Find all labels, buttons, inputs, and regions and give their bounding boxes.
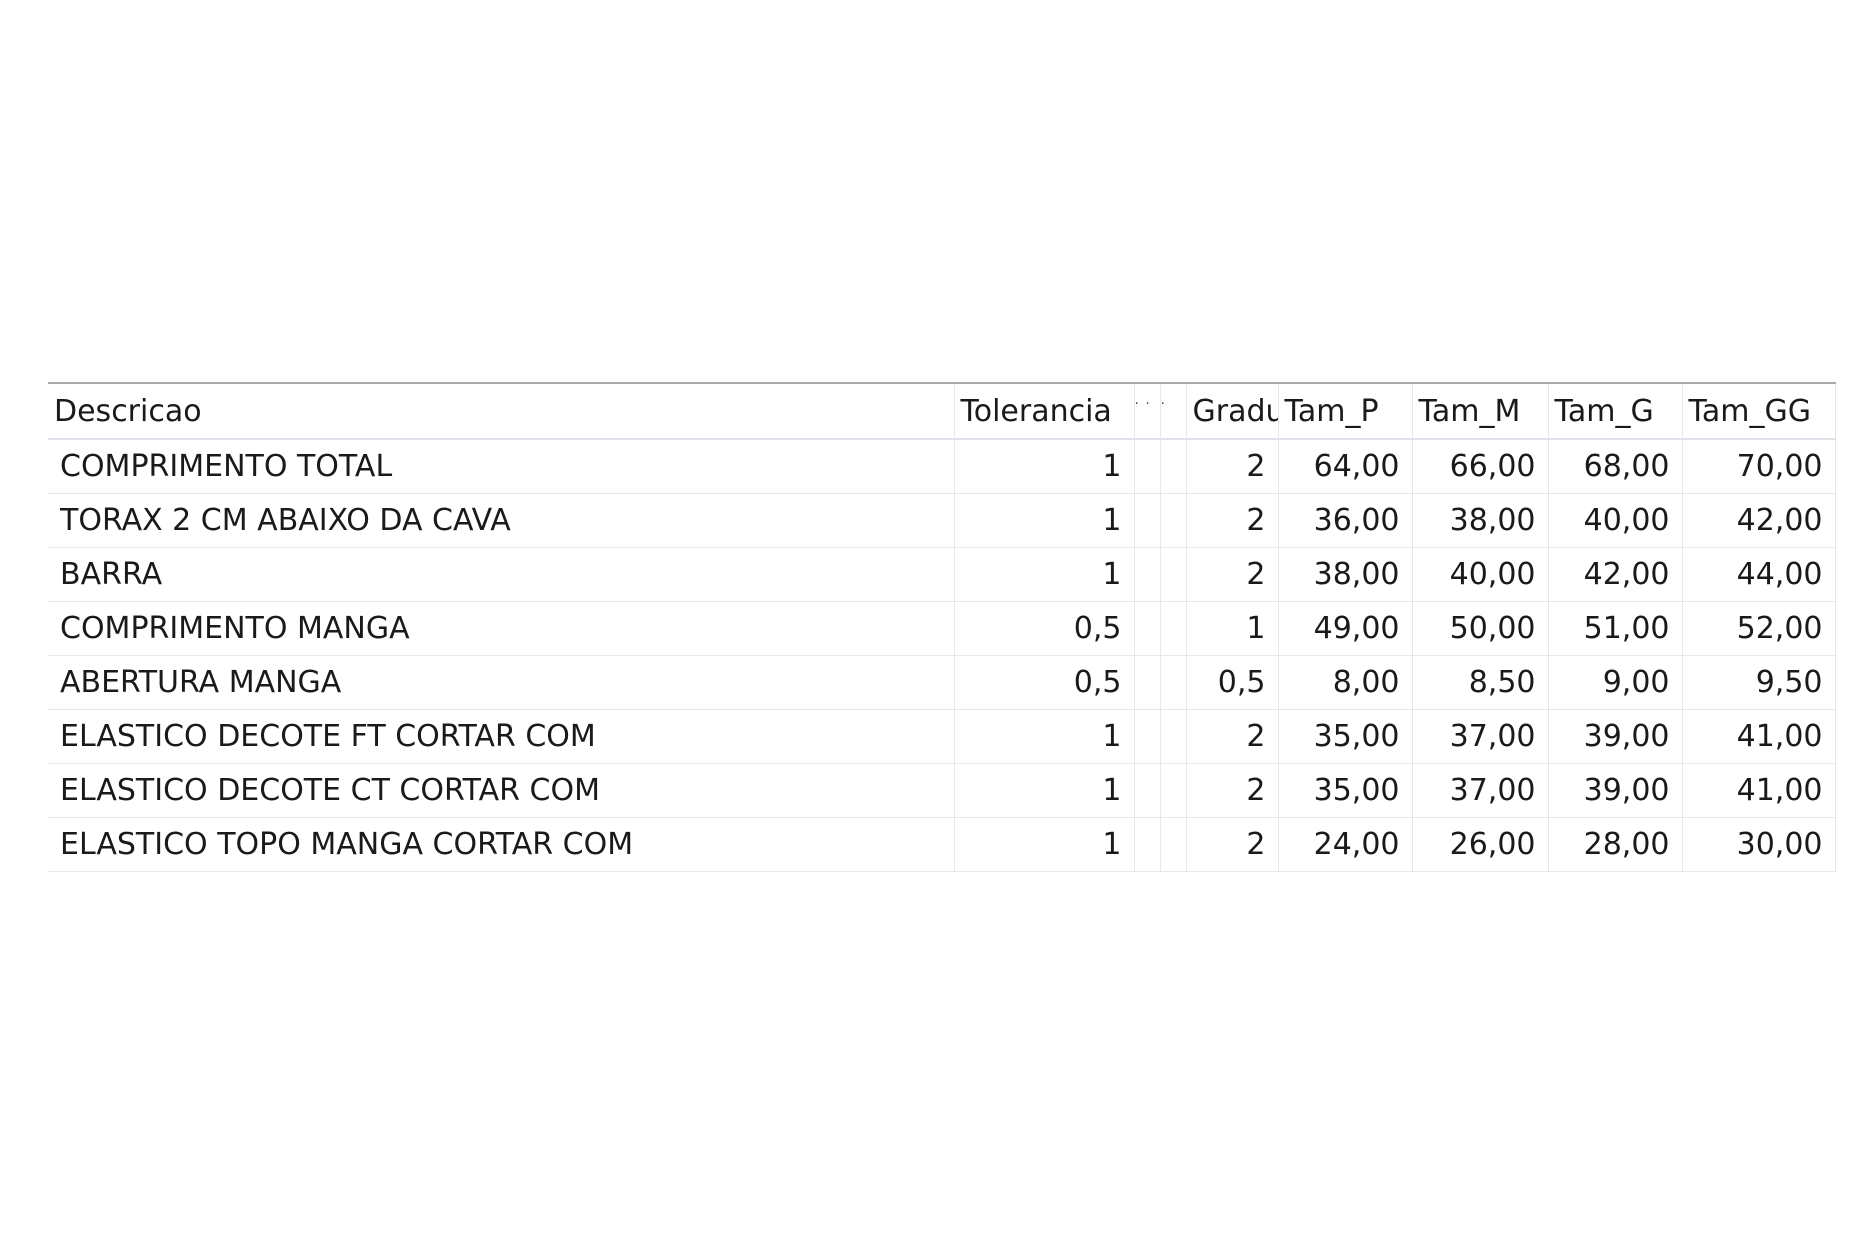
cell-tam-m[interactable]: 50,00 [1412,601,1549,656]
cell-descricao[interactable]: BARRA [48,547,955,602]
measurement-grid: Descricao Tolerancia · · · Gradu Tam_P T… [48,382,1836,872]
cell-hidden-column[interactable] [1134,817,1161,872]
cell-hidden-column[interactable] [1160,817,1187,872]
cell-descricao[interactable]: ELASTICO DECOTE FT CORTAR COM [48,709,955,764]
cell-tam-p[interactable]: 35,00 [1278,763,1413,818]
cell-hidden-column[interactable] [1160,493,1187,548]
cell-tolerancia[interactable]: 1 [954,709,1135,764]
cell-gradu[interactable]: 2 [1186,709,1279,764]
cell-tam-p[interactable]: 36,00 [1278,493,1413,548]
cell-tam-p[interactable]: 49,00 [1278,601,1413,656]
table-row[interactable]: ELASTICO TOPO MANGA CORTAR COM 1 2 24,00 26,… [48,817,1836,872]
cell-gradu[interactable]: 2 [1186,493,1279,548]
cell-tam-g[interactable]: 40,00 [1548,493,1683,548]
cell-hidden-column[interactable] [1134,655,1161,710]
cell-tam-gg[interactable]: 42,00 [1682,493,1836,548]
cell-tam-g[interactable]: 68,00 [1548,439,1683,494]
column-header-hidden-b[interactable]: · [1160,383,1187,440]
cell-hidden-column[interactable] [1160,439,1187,494]
table-row[interactable]: BARRA 1 2 38,00 40,00 42,00 44,00 [48,547,1836,602]
cell-hidden-column[interactable] [1160,709,1187,764]
cell-gradu[interactable]: 2 [1186,439,1279,494]
cell-tam-m[interactable]: 38,00 [1412,493,1549,548]
cell-tolerancia[interactable]: 1 [954,439,1135,494]
cell-descricao[interactable]: ELASTICO DECOTE CT CORTAR COM [48,763,955,818]
cell-descricao[interactable]: COMPRIMENTO TOTAL [48,439,955,494]
cell-tolerancia[interactable]: 1 [954,817,1135,872]
cell-tam-p[interactable]: 35,00 [1278,709,1413,764]
column-header-descricao[interactable]: Descricao [48,383,955,440]
cell-hidden-column[interactable] [1134,547,1161,602]
cell-tolerancia[interactable]: 0,5 [954,655,1135,710]
cell-tam-gg[interactable]: 41,00 [1682,709,1836,764]
cell-tam-g[interactable]: 39,00 [1548,709,1683,764]
column-header-tolerancia[interactable]: Tolerancia [954,383,1135,440]
cell-tam-m[interactable]: 40,00 [1412,547,1549,602]
cell-tam-gg[interactable]: 9,50 [1682,655,1836,710]
table-row[interactable]: COMPRIMENTO MANGA 0,5 1 49,00 50,00 51,00 52,0… [48,601,1836,656]
cell-tolerancia[interactable]: 1 [954,763,1135,818]
cell-tam-g[interactable]: 9,00 [1548,655,1683,710]
table-row[interactable]: ELASTICO DECOTE FT CORTAR COM 1 2 35,00 37,0… [48,709,1836,764]
cell-hidden-column[interactable] [1160,763,1187,818]
cell-tolerancia[interactable]: 1 [954,547,1135,602]
column-header-hidden-a[interactable]: · · [1134,383,1161,440]
measurement-grid-container: Descricao Tolerancia · · · Gradu Tam_P T… [48,382,1836,872]
table-row[interactable]: TORAX 2 CM ABAIXO DA CAVA 1 2 36,00 38,00 40,… [48,493,1836,548]
cell-gradu[interactable]: 2 [1186,547,1279,602]
cell-gradu[interactable]: 0,5 [1186,655,1279,710]
column-header-gradu[interactable]: Gradu [1186,383,1279,440]
cell-tam-m[interactable]: 37,00 [1412,763,1549,818]
cell-tam-g[interactable]: 39,00 [1548,763,1683,818]
cell-descricao[interactable]: COMPRIMENTO MANGA [48,601,955,656]
cell-hidden-column[interactable] [1134,763,1161,818]
cell-tam-gg[interactable]: 44,00 [1682,547,1836,602]
grid-body: COMPRIMENTO TOTAL 1 2 64,00 66,00 68,00 70,00 T… [48,439,1836,872]
cell-tam-g[interactable]: 51,00 [1548,601,1683,656]
cell-tam-p[interactable]: 64,00 [1278,439,1413,494]
cell-hidden-column[interactable] [1134,601,1161,656]
cell-tam-m[interactable]: 26,00 [1412,817,1549,872]
cell-tam-gg[interactable]: 70,00 [1682,439,1836,494]
cell-gradu[interactable]: 1 [1186,601,1279,656]
cell-tam-g[interactable]: 28,00 [1548,817,1683,872]
cell-descricao[interactable]: ELASTICO TOPO MANGA CORTAR COM [48,817,955,872]
cell-tam-gg[interactable]: 52,00 [1682,601,1836,656]
column-header-tam-m[interactable]: Tam_M [1412,383,1549,440]
cell-hidden-column[interactable] [1134,709,1161,764]
table-row[interactable]: ABERTURA MANGA 0,5 0,5 8,00 8,50 9,00 9,50 [48,655,1836,710]
cell-tam-m[interactable]: 8,50 [1412,655,1549,710]
table-row[interactable]: ELASTICO DECOTE CT CORTAR COM 1 2 35,00 37,0… [48,763,1836,818]
header-row: Descricao Tolerancia · · · Gradu Tam_P T… [48,383,1836,440]
cell-tam-m[interactable]: 66,00 [1412,439,1549,494]
cell-tam-gg[interactable]: 41,00 [1682,763,1836,818]
cell-tam-p[interactable]: 8,00 [1278,655,1413,710]
table-row[interactable]: COMPRIMENTO TOTAL 1 2 64,00 66,00 68,00 70,00 [48,439,1836,494]
column-header-tam-p[interactable]: Tam_P [1278,383,1413,440]
cell-tam-m[interactable]: 37,00 [1412,709,1549,764]
cell-tolerancia[interactable]: 0,5 [954,601,1135,656]
cell-hidden-column[interactable] [1160,547,1187,602]
cell-tolerancia[interactable]: 1 [954,493,1135,548]
cell-gradu[interactable]: 2 [1186,817,1279,872]
cell-descricao[interactable]: TORAX 2 CM ABAIXO DA CAVA [48,493,955,548]
cell-hidden-column[interactable] [1160,601,1187,656]
cell-hidden-column[interactable] [1134,493,1161,548]
column-header-tam-g[interactable]: Tam_G [1548,383,1683,440]
cell-hidden-column[interactable] [1134,439,1161,494]
cell-descricao[interactable]: ABERTURA MANGA [48,655,955,710]
cell-tam-gg[interactable]: 30,00 [1682,817,1836,872]
cell-gradu[interactable]: 2 [1186,763,1279,818]
cell-tam-p[interactable]: 38,00 [1278,547,1413,602]
cell-hidden-column[interactable] [1160,655,1187,710]
cell-tam-g[interactable]: 42,00 [1548,547,1683,602]
cell-tam-p[interactable]: 24,00 [1278,817,1413,872]
column-header-tam-gg[interactable]: Tam_GG [1682,383,1836,440]
